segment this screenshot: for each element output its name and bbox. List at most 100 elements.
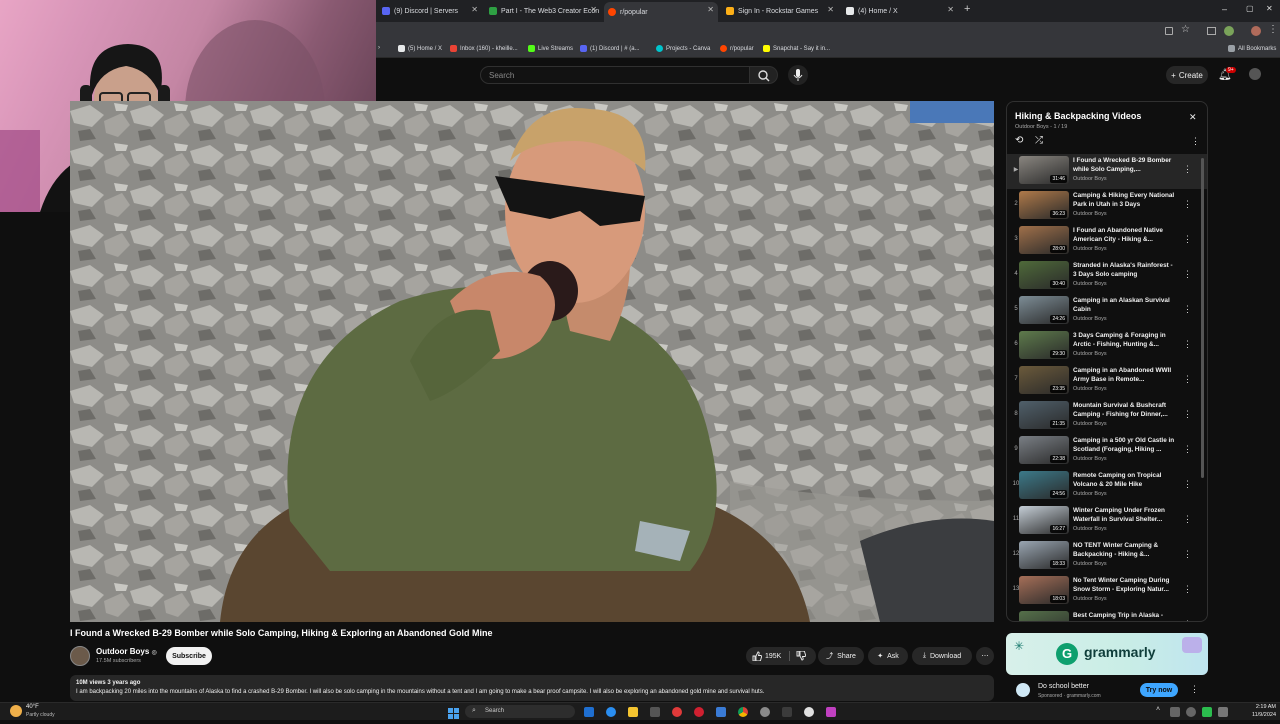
playlist-item-title[interactable]: Winter Camping Under Frozen Waterfall in… [1073,506,1177,524]
browser-tab[interactable]: (4) Home / X ✕ [842,2,958,20]
playlist-item[interactable]: 14Best Camping Trip in Alaska -Outdoor B… [1007,609,1207,621]
playlist-item[interactable]: 5 24:26 Camping in an Alaskan Survival Cab… [1007,294,1207,329]
bookmark-item[interactable]: r/popular [720,45,754,52]
playlist-item[interactable]: 4 30:40 Stranded in Alaska's Rainforest - … [1007,259,1207,294]
tray-icon[interactable] [1202,707,1212,717]
playlist-item-menu-icon[interactable]: ⋮ [1183,619,1192,621]
bookmark-item[interactable]: Projects - Canva [656,45,710,52]
taskbar-app-icon[interactable] [804,707,814,717]
bookmark-item[interactable]: (1) Discord | # (a... [580,45,640,52]
playlist-item-title[interactable]: No Tent Winter Camping During Snow Storm… [1073,576,1177,594]
bookmark-item[interactable]: (5) Home / X [398,45,442,52]
grammarly-ad-banner[interactable]: G grammarly ✳ [1006,633,1208,675]
sidebar-icon[interactable] [1207,27,1216,35]
playlist-item-menu-icon[interactable]: ⋮ [1183,409,1192,420]
playlist-item-menu-icon[interactable]: ⋮ [1183,479,1192,490]
more-actions-button[interactable]: ⋯ [976,647,994,665]
playlist-item-menu-icon[interactable]: ⋮ [1183,514,1192,525]
profile-avatar[interactable] [1251,26,1261,36]
playlist-item-thumbnail[interactable]: 28:00 [1019,226,1069,254]
download-button[interactable]: ⤓ Download [912,647,972,665]
bookmark-item[interactable]: Snapchat - Say it in... [763,45,830,52]
taskbar-app-icon[interactable] [584,707,594,717]
playlist-scrollbar[interactable] [1201,158,1204,478]
playlist-item-thumbnail[interactable]: 24:56 [1019,471,1069,499]
playlist-item[interactable]: 12 18:33 NO TENT Winter Camping & Backpack… [1007,539,1207,574]
channel-name[interactable]: Outdoor Boys ◎ [96,647,157,656]
taskbar-app-icon[interactable] [826,707,836,717]
playlist-item-thumbnail[interactable]: 30:40 [1019,261,1069,289]
channel-avatar[interactable] [70,646,90,666]
all-bookmarks[interactable]: All Bookmarks [1228,45,1276,52]
playlist-item-menu-icon[interactable]: ⋮ [1183,374,1192,385]
search-input[interactable]: Search [480,66,750,84]
extension-icon[interactable] [1224,26,1234,36]
browser-tab-active[interactable]: r/popular ✕ [604,2,718,22]
ad-cta-button[interactable]: Try now [1140,683,1178,697]
playlist-item[interactable]: 7 23:35 Camping in an Abandoned WWII Army … [1007,364,1207,399]
subscribe-button[interactable]: Subscribe [166,647,212,665]
playlist-item-menu-icon[interactable]: ⋮ [1183,339,1192,350]
account-avatar[interactable] [1249,68,1261,80]
playlist-item-menu-icon[interactable]: ⋮ [1183,164,1192,175]
playlist-item-thumbnail[interactable]: 29:30 [1019,331,1069,359]
ask-button[interactable]: ✦ Ask [868,647,908,665]
playlist-item-thumbnail[interactable]: 18:33 [1019,541,1069,569]
playlist-item[interactable]: 3 28:00 I Found an Abandoned Native Americ… [1007,224,1207,259]
minimize-button[interactable]: – [1222,4,1227,14]
browser-menu-icon[interactable]: ⋮ [1268,24,1278,35]
playlist-item-thumbnail[interactable]: 31:46 [1019,156,1069,184]
video-player[interactable] [70,101,994,622]
bookmark-item[interactable]: Inbox (160) - kheille... [450,45,518,52]
playlist-item[interactable]: 9 22:38 Camping in a 500 yr Old Castle in … [1007,434,1207,469]
windows-start-icon[interactable] [448,706,459,719]
chrome-icon[interactable] [738,707,748,717]
playlist-item-menu-icon[interactable]: ⋮ [1183,304,1192,315]
new-tab-button[interactable]: + [964,3,970,15]
voice-search-button[interactable] [788,65,808,85]
playlist-item-thumbnail[interactable]: 22:38 [1019,436,1069,464]
playlist-item-menu-icon[interactable]: ⋮ [1183,234,1192,245]
playlist-item[interactable]: 10 24:56 Remote Camping on Tropical Volcan… [1007,469,1207,504]
playlist-item-title[interactable]: Camping in an Alaskan Survival Cabin [1073,296,1177,314]
playlist-menu-icon[interactable]: ⋮ [1191,136,1200,147]
edge-icon[interactable] [606,707,616,717]
taskbar-app-icon[interactable] [672,707,682,717]
playlist-item-thumbnail[interactable]: 36:23 [1019,191,1069,219]
like-button[interactable]: 195K [752,651,781,661]
browser-tab[interactable]: Sign In - Rockstar Games ✕ [722,2,838,20]
taskbar-app-icon[interactable] [782,707,792,717]
playlist-item-title[interactable]: I Found a Wrecked B-29 Bomber while Solo… [1073,156,1177,174]
settings-gear-icon[interactable] [760,707,770,717]
maximize-button[interactable]: ▢ [1246,4,1254,13]
store-icon[interactable] [650,707,660,717]
playlist-item[interactable]: 11 16:27 Winter Camping Under Frozen Water… [1007,504,1207,539]
clock-time[interactable]: 2:19 AM [1248,704,1276,710]
playlist-item-title[interactable]: Camping in an Abandoned WWII Army Base i… [1073,366,1177,384]
tray-chevron-icon[interactable]: ˄ [1156,706,1160,713]
playlist-item-thumbnail[interactable]: 21:35 [1019,401,1069,429]
playlist-item-title[interactable]: Best Camping Trip in Alaska - [1073,611,1177,620]
playlist-item-menu-icon[interactable]: ⋮ [1183,199,1192,210]
playlist-item-title[interactable]: I Found an Abandoned Native American Cit… [1073,226,1177,244]
create-button[interactable]: + Create [1166,66,1208,84]
share-button[interactable]: ⤴ Share [818,647,864,665]
tray-icon[interactable] [1170,707,1180,717]
playlist-item-title[interactable]: Stranded in Alaska's Rainforest - 3 Days… [1073,261,1177,279]
playlist-item-title[interactable]: Camping & Hiking Every National Park in … [1073,191,1177,209]
playlist-item-thumbnail[interactable]: 18:03 [1019,576,1069,604]
dislike-button[interactable] [796,650,807,663]
shuffle-icon[interactable]: ⤮ [1035,135,1043,146]
playlist-item-title[interactable]: 3 Days Camping & Foraging in Arctic - Fi… [1073,331,1177,349]
playlist-item[interactable]: ▶ 31:46 I Found a Wrecked B-29 Bomber whil… [1007,154,1207,189]
playlist-item-menu-icon[interactable]: ⋮ [1183,444,1192,455]
playlist-item-title[interactable]: Remote Camping on Tropical Volcano & 20 … [1073,471,1177,489]
playlist-item-title[interactable]: Camping in a 500 yr Old Castle in Scotla… [1073,436,1177,454]
playlist-item-thumbnail[interactable] [1019,611,1069,621]
tray-icon[interactable] [1186,707,1196,717]
close-tab-icon[interactable]: ✕ [590,5,597,14]
close-tab-icon[interactable]: ✕ [827,5,834,14]
close-tab-icon[interactable]: ✕ [947,5,954,14]
close-window-button[interactable]: ✕ [1266,4,1273,13]
taskbar-app-icon[interactable] [716,707,726,717]
